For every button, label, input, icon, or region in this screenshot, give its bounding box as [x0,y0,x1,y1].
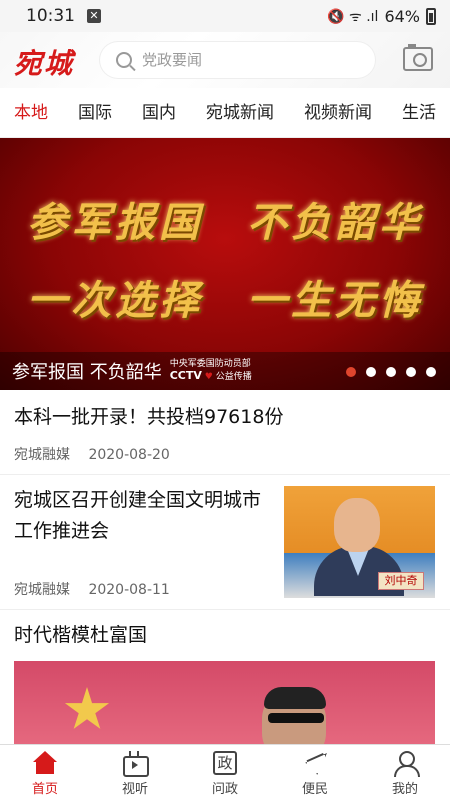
search-icon [116,52,132,68]
tab-international[interactable]: 国际 [64,88,112,137]
notification-icon: ✕ [87,9,101,23]
banner-slogan-line1: 参军报国 不负韶华 [27,199,423,246]
home-icon [32,751,58,775]
app-header: 宛城 [0,32,450,88]
heart-icon: ♥ [204,372,213,382]
battery-percent: 64% [384,6,420,26]
carousel-dot[interactable] [346,367,356,377]
nav-media[interactable]: 视听 [90,745,180,800]
nav-label: 我的 [391,782,418,797]
nav-label: 视听 [121,782,148,797]
news-date: 2020-08-20 [88,447,170,463]
search-bar[interactable] [100,42,375,78]
carousel-indicator [346,367,436,377]
star-icon [64,687,110,729]
news-title[interactable]: 本科一批开录！共投档97618份 [14,402,283,433]
user-icon [392,751,420,777]
thumbnail-figure-head [334,498,380,552]
carousel-dot[interactable] [426,367,436,377]
news-meta: 宛城融媒 2020-08-20 [14,444,170,464]
app-logo: 宛城 [14,47,75,80]
tab-domestic[interactable]: 国内 [128,88,176,137]
category-tabs: 本地 国际 国内 宛城新闻 视频新闻 生活 [0,88,450,138]
carousel-dot[interactable] [366,367,376,377]
tab-wancheng-news[interactable]: 宛城新闻 [192,88,274,137]
news-thumbnail[interactable]: 刘中奇 [284,486,435,598]
nav-home[interactable]: 首页 [0,745,90,800]
nav-label: 便民 [301,782,328,797]
nav-inquiry[interactable]: 政 问政 [180,745,270,800]
banner-credit: 中央军委国防动员部 CCTV ♥ 公益传播 [170,359,252,383]
send-icon [302,751,328,775]
news-cover-image[interactable] [14,661,435,744]
news-item[interactable]: 时代楷模杜富国 [0,610,450,744]
news-date: 2020-08-11 [88,582,170,598]
banner-caption: 参军报国 不负韶华 [12,362,162,383]
status-bar: 10:31 ✕ 🔇 ᯤ .ıl 64% [0,0,450,32]
cctv-logo: CCTV [169,369,202,382]
tab-life[interactable]: 生活 [388,88,436,137]
news-item[interactable]: 宛城区召开创建全国文明城市工作推进会 宛城融媒 2020-08-11 刘中奇 [0,475,450,610]
news-source: 宛城融媒 [14,582,70,598]
camera-icon[interactable] [403,44,433,71]
banner-slogan-line2: 一次选择 一生无悔 [27,277,423,324]
nav-label: 问政 [211,782,238,797]
news-source: 宛城融媒 [14,447,70,463]
banner-credit-org: 中央军委国防动员部 [169,359,251,369]
cover-figure-glasses [268,713,324,723]
status-right: 🔇 ᯤ .ıl 64% [327,7,436,26]
news-title[interactable]: 宛城区召开创建全国文明城市工作推进会 [14,485,269,547]
battery-icon [426,7,436,25]
news-item[interactable]: 本科一批开录！共投档97618份 宛城融媒 2020-08-20 [0,390,450,475]
signal-icon: 🔇 ᯤ .ıl [327,8,379,25]
bottom-navigation: 首页 视听 政 问政 便民 我的 [0,744,450,800]
tab-local[interactable]: 本地 [0,88,48,137]
banner-credit-tag: 公益传播 [215,372,252,382]
carousel-dot[interactable] [406,367,416,377]
ask-icon: 政 [213,751,237,775]
tv-icon [122,751,149,777]
thumbnail-nameplate: 刘中奇 [378,572,424,590]
nav-label: 首页 [31,782,58,797]
cover-figure-hair [264,687,326,709]
tab-video-news[interactable]: 视频新闻 [290,88,372,137]
status-time: 10:31 [26,6,75,26]
news-meta: 宛城融媒 2020-08-11 [14,579,170,599]
banner-carousel[interactable]: 参军报国 不负韶华 一次选择 一生无悔 参军报国 不负韶华 中央军委国防动员部 … [0,138,450,390]
search-input[interactable] [142,51,342,69]
nav-services[interactable]: 便民 [270,745,360,800]
news-title[interactable]: 时代楷模杜富国 [14,620,147,651]
carousel-dot[interactable] [386,367,396,377]
nav-profile[interactable]: 我的 [360,745,450,800]
